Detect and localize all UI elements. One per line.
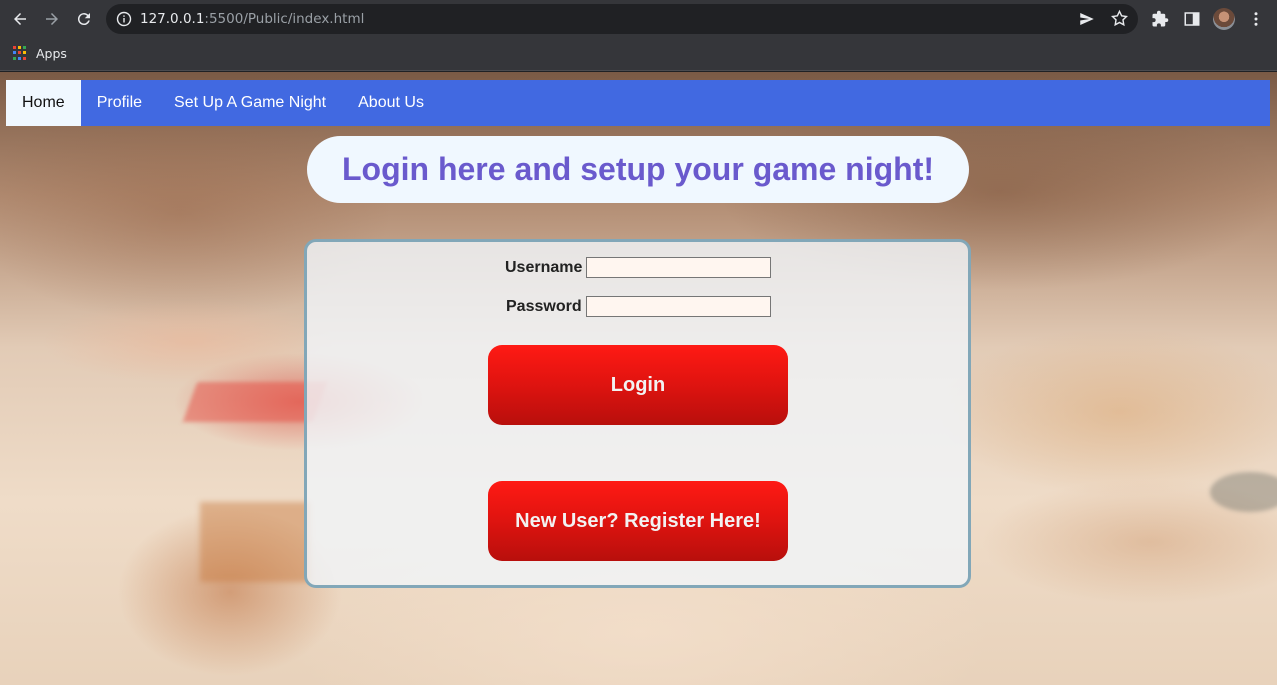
username-input[interactable] — [586, 257, 772, 278]
browser-toolbar: 127.0.0.1:5500/Public/index.html — [0, 0, 1277, 38]
bookmarks-bar — [0, 38, 1277, 71]
password-label: Password — [506, 297, 582, 315]
nav-home[interactable]: Home — [6, 80, 81, 126]
apps-grid-icon[interactable] — [13, 46, 27, 60]
back-button[interactable] — [8, 7, 32, 31]
side-panel-icon — [1184, 12, 1200, 26]
browser-menu-button[interactable] — [1245, 8, 1267, 30]
profile-avatar[interactable] — [1213, 8, 1235, 30]
nav-about-us[interactable]: About Us — [342, 80, 440, 126]
bookmark-star-icon[interactable] — [1110, 9, 1129, 28]
background-decor — [200, 502, 310, 582]
nav-setup-game-night[interactable]: Set Up A Game Night — [158, 80, 342, 126]
site-info-icon[interactable] — [116, 11, 132, 27]
forward-arrow-icon — [46, 13, 58, 25]
reload-icon — [77, 13, 90, 26]
page-viewport: Home Profile Set Up A Game Night About U… — [0, 72, 1277, 685]
back-arrow-icon — [14, 13, 26, 25]
kebab-menu-icon — [1254, 12, 1258, 26]
address-bar[interactable]: 127.0.0.1:5500/Public/index.html — [106, 4, 1138, 34]
page-title-banner: Login here and setup your game night! — [307, 136, 969, 203]
puzzle-icon — [1152, 10, 1169, 27]
nav-profile[interactable]: Profile — [81, 80, 158, 126]
forward-button[interactable] — [40, 7, 64, 31]
register-button[interactable]: New User? Register Here! — [488, 481, 788, 561]
login-button[interactable]: Login — [488, 345, 788, 425]
background-decor — [1210, 472, 1277, 512]
url-host: 127.0.0.1 — [140, 11, 205, 27]
top-navbar: Home Profile Set Up A Game Night About U… — [6, 80, 1270, 126]
reload-button[interactable] — [72, 7, 96, 31]
password-input[interactable] — [585, 296, 771, 317]
bookmark-apps[interactable]: Apps — [36, 46, 67, 61]
login-form: Username Password Login New User? Regist… — [304, 239, 971, 588]
username-row: Username — [505, 257, 772, 278]
url-path: :5500/Public/index.html — [204, 11, 365, 27]
send-tab-icon[interactable] — [1078, 10, 1096, 28]
extensions-button[interactable] — [1149, 8, 1171, 30]
username-label: Username — [505, 258, 583, 276]
url-text: 127.0.0.1:5500/Public/index.html — [140, 11, 364, 27]
side-panel-button[interactable] — [1181, 8, 1203, 30]
page-title: Login here and setup your game night! — [341, 151, 935, 187]
password-row: Password — [506, 296, 771, 317]
